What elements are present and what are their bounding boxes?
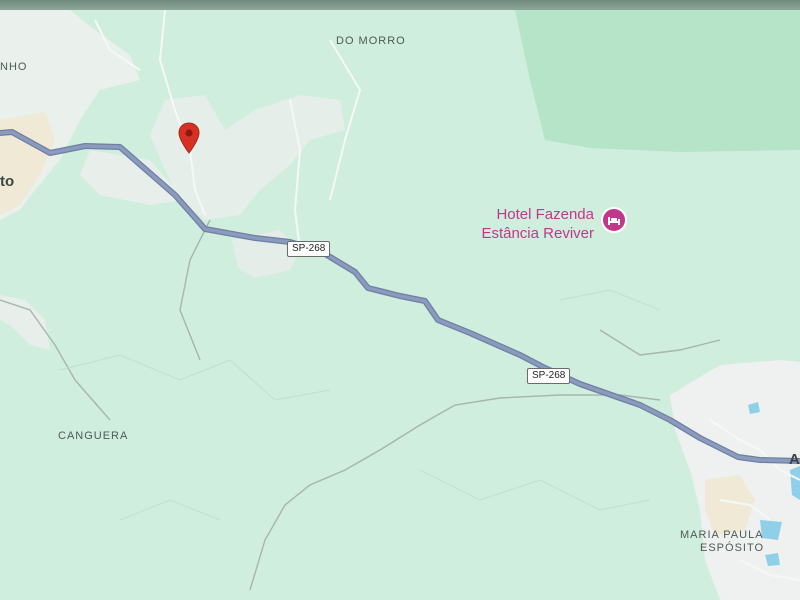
poi-name-line2[interactable]: Estância Reviver bbox=[472, 224, 594, 243]
place-label-left-city: to bbox=[0, 173, 15, 190]
forest-area bbox=[515, 10, 800, 152]
road-shield-sp-268-2: SP-268 bbox=[527, 368, 571, 384]
map-canvas[interactable] bbox=[0, 0, 800, 600]
place-label-esposito: ESPÓSITO bbox=[700, 542, 765, 554]
map-view[interactable]: DO MORRO NHO to CANGUERA MARIA PAULA ESP… bbox=[0, 0, 800, 600]
place-label-do-morro: DO MORRO bbox=[336, 35, 406, 47]
place-label-right-city: A bbox=[789, 451, 800, 468]
place-label-nho: NHO bbox=[0, 61, 28, 73]
road-shield-sp-268: SP-268 bbox=[287, 241, 331, 257]
top-toolbar-strip bbox=[0, 0, 800, 10]
place-label-maria-paula: MARIA PAULA bbox=[680, 529, 764, 541]
bed-icon[interactable] bbox=[601, 207, 627, 233]
place-label-canguera: CANGUERA bbox=[58, 430, 129, 442]
poi-name-line1[interactable]: Hotel Fazenda bbox=[472, 205, 594, 224]
location-pin-icon[interactable] bbox=[178, 122, 200, 154]
